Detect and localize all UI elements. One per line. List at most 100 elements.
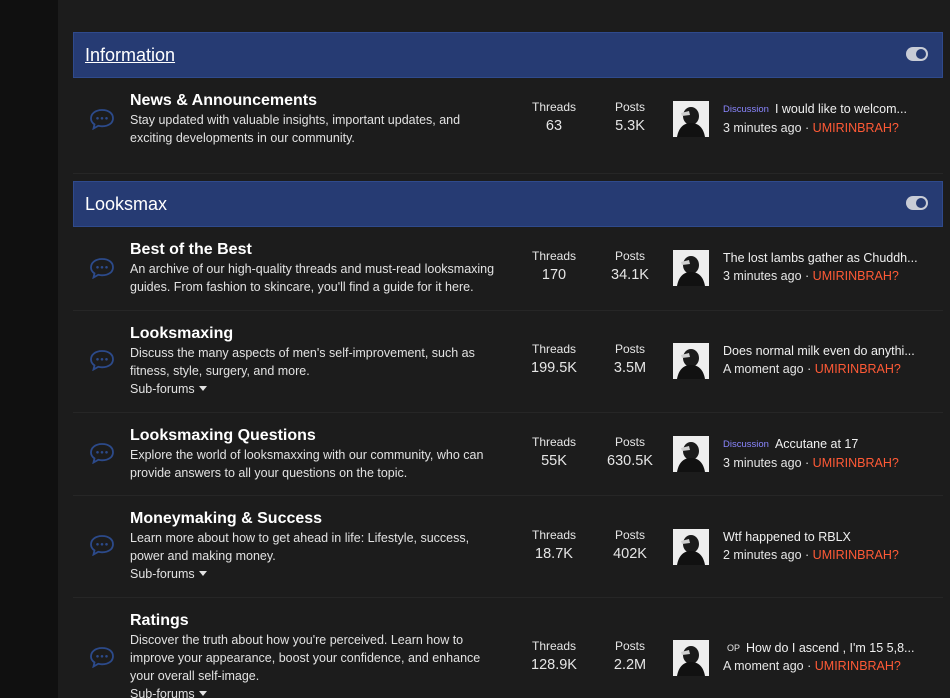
meta-separator: · xyxy=(805,456,810,470)
latest-post: OP How do I ascend , I'm 15 5,8... A mome… xyxy=(723,639,933,675)
posts-label: Posts xyxy=(614,342,645,356)
subforums-dropdown[interactable]: Sub-forums xyxy=(130,380,520,398)
latest-post-time[interactable]: 3 minutes ago xyxy=(723,121,802,135)
posts-count: 5.3K xyxy=(615,118,645,134)
threads-label: Threads xyxy=(531,639,577,653)
forum-description: Explore the world of looksmaxxing with o… xyxy=(130,448,484,462)
forum-description: Discover the truth about how you're perc… xyxy=(130,633,464,647)
threads-count: 170 xyxy=(541,267,567,283)
forum-title[interactable]: Best of the Best xyxy=(130,240,520,260)
category-title-information[interactable]: Information xyxy=(85,45,175,66)
collapse-toggle-icon[interactable] xyxy=(906,47,928,61)
avatar-image xyxy=(673,529,709,565)
forum-description: guides. From fashion to skincare, you'll… xyxy=(130,280,474,294)
chat-bubble-icon xyxy=(90,535,114,556)
forum-title[interactable]: Ratings xyxy=(130,611,520,631)
posts-count: 34.1K xyxy=(611,267,649,283)
forum-row-moneymaking: Moneymaking & Success Learn more about h… xyxy=(73,496,943,598)
posts-stat: Posts 34.1K xyxy=(595,248,665,286)
posts-label: Posts xyxy=(614,639,645,653)
category-header-looksmax: Looksmax xyxy=(73,181,943,227)
latest-post: The lost lambs gather as Chuddh... 3 min… xyxy=(723,249,933,285)
avatar-image xyxy=(673,436,709,472)
subforums-dropdown[interactable]: Sub-forums xyxy=(130,565,520,583)
forum-description: Learn more about how to get ahead in lif… xyxy=(130,531,470,545)
latest-post-time[interactable]: 3 minutes ago xyxy=(723,456,802,470)
threads-stat: Threads 170 xyxy=(519,248,589,286)
posts-count: 402K xyxy=(613,546,647,562)
thread-prefix[interactable]: Discussion xyxy=(723,101,769,119)
threads-stat: Threads 55K xyxy=(519,434,589,472)
avatar[interactable] xyxy=(673,640,709,676)
posts-stat: Posts 3.5M xyxy=(595,341,665,379)
posts-label: Posts xyxy=(614,435,645,449)
latest-thread-title[interactable]: I would like to welcom... xyxy=(775,102,907,116)
latest-thread-title[interactable]: How do I ascend , I'm 15 5,8... xyxy=(746,641,914,655)
caret-down-icon xyxy=(198,386,207,391)
posts-label: Posts xyxy=(614,528,645,542)
latest-post-time[interactable]: A moment ago xyxy=(723,362,804,376)
category-header-information: Information xyxy=(73,32,943,78)
forum-row-news: News & Announcements Stay updated with v… xyxy=(73,78,943,174)
avatar[interactable] xyxy=(673,529,709,565)
forum-description: improve your appearance, boost your conf… xyxy=(130,651,481,665)
caret-down-icon xyxy=(198,571,207,576)
forum-row-best-of-the-best: Best of the Best An archive of our high-… xyxy=(73,227,943,311)
latest-post-author[interactable]: UMIRINBRAH? xyxy=(815,362,901,376)
posts-stat: Posts 402K xyxy=(595,527,665,565)
chat-bubble-icon xyxy=(90,350,114,371)
subforums-dropdown[interactable]: Sub-forums xyxy=(130,685,520,698)
avatar[interactable] xyxy=(673,343,709,379)
category-title-looksmax[interactable]: Looksmax xyxy=(85,194,167,215)
forum-row-looksmaxing: Looksmaxing Discuss the many aspects of … xyxy=(73,311,943,413)
forum-description: Stay updated with valuable insights, imp… xyxy=(130,113,461,127)
avatar[interactable] xyxy=(673,250,709,286)
threads-label: Threads xyxy=(531,435,577,449)
forum-title[interactable]: Looksmaxing xyxy=(130,324,520,344)
avatar-image xyxy=(673,101,709,137)
latest-post-author[interactable]: UMIRINBRAH? xyxy=(813,456,899,470)
threads-label: Threads xyxy=(531,100,577,114)
collapse-toggle-icon[interactable] xyxy=(906,196,928,210)
chat-bubble-icon xyxy=(90,258,114,279)
threads-label: Threads xyxy=(531,342,577,356)
latest-post-time[interactable]: 3 minutes ago xyxy=(723,269,802,283)
threads-count: 128.9K xyxy=(531,657,577,673)
forum-title[interactable]: News & Announcements xyxy=(130,91,520,111)
forum-description: exciting developments in our community. xyxy=(130,131,355,145)
avatar-image xyxy=(673,250,709,286)
latest-post-time[interactable]: A moment ago xyxy=(723,659,804,673)
forum-row-ratings: Ratings Discover the truth about how you… xyxy=(73,598,943,698)
forum-title[interactable]: Looksmaxing Questions xyxy=(130,426,520,446)
latest-post-author[interactable]: UMIRINBRAH? xyxy=(813,121,899,135)
latest-thread-title[interactable]: Wtf happened to RBLX xyxy=(723,530,851,544)
latest-thread-title[interactable]: The lost lambs gather as Chuddh... xyxy=(723,251,918,265)
threads-label: Threads xyxy=(531,249,577,263)
meta-separator: · xyxy=(805,121,810,135)
latest-thread-title[interactable]: Accutane at 17 xyxy=(775,437,858,451)
posts-label: Posts xyxy=(614,249,645,263)
latest-post-time[interactable]: 2 minutes ago xyxy=(723,548,802,562)
latest-post-author[interactable]: UMIRINBRAH? xyxy=(815,659,901,673)
chat-bubble-icon xyxy=(90,109,114,130)
avatar-image xyxy=(673,343,709,379)
threads-stat: Threads 63 xyxy=(519,99,589,137)
subforums-label: Sub-forums xyxy=(130,382,195,396)
latest-thread-title[interactable]: Does normal milk even do anythi... xyxy=(723,344,915,358)
latest-post-author[interactable]: UMIRINBRAH? xyxy=(813,548,899,562)
posts-stat: Posts 630.5K xyxy=(595,434,665,472)
chat-bubble-icon xyxy=(90,647,114,668)
chat-bubble-icon xyxy=(90,443,114,464)
posts-stat: Posts 5.3K xyxy=(595,99,665,137)
threads-count: 63 xyxy=(545,118,563,134)
latest-post: Does normal milk even do anythi... A mom… xyxy=(723,342,933,378)
forum-description: power and making money. xyxy=(130,549,276,563)
posts-label: Posts xyxy=(614,100,645,114)
avatar[interactable] xyxy=(673,101,709,137)
thread-prefix[interactable]: Discussion xyxy=(723,436,769,454)
forum-title[interactable]: Moneymaking & Success xyxy=(130,509,520,529)
posts-count: 3.5M xyxy=(613,360,647,376)
threads-count: 55K xyxy=(541,453,567,469)
avatar[interactable] xyxy=(673,436,709,472)
latest-post-author[interactable]: UMIRINBRAH? xyxy=(813,269,899,283)
